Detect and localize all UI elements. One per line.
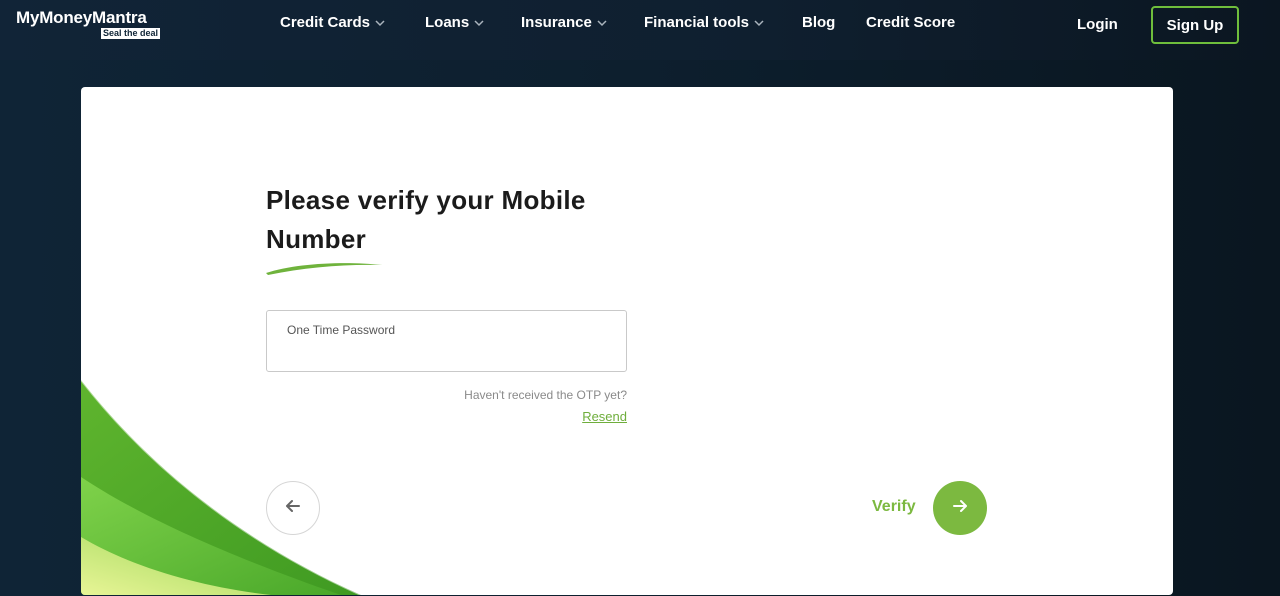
nav-item-insurance[interactable]: Insurance xyxy=(521,14,608,32)
otp-label: One Time Password xyxy=(287,323,396,337)
resend-hint: Haven't received the OTP yet? xyxy=(464,388,627,402)
nav-item-credit-cards[interactable]: Credit Cards xyxy=(280,14,386,32)
otp-input[interactable] xyxy=(287,341,607,363)
chevron-down-icon xyxy=(596,17,608,29)
otp-field[interactable]: One Time Password xyxy=(266,310,627,372)
nav-item-label: Insurance xyxy=(521,14,592,31)
nav-item-label: Credit Score xyxy=(866,14,956,31)
nav-item-label: Blog xyxy=(802,14,836,31)
verify-button[interactable] xyxy=(933,481,987,535)
logo-text: MyMoneyMantra xyxy=(16,8,147,27)
arrow-right-icon xyxy=(951,497,969,520)
chevron-down-icon xyxy=(473,17,485,29)
nav-item-loans[interactable]: Loans xyxy=(425,14,485,32)
arrow-left-icon xyxy=(284,497,302,520)
signup-button[interactable]: Sign Up xyxy=(1151,6,1239,44)
logo[interactable]: MyMoneyMantra Seal the deal xyxy=(16,8,161,39)
nav-item-label: Credit Cards xyxy=(280,14,371,31)
nav-item-credit-score[interactable]: Credit Score xyxy=(866,14,955,32)
verify-card: Please verify your Mobile Number One Tim… xyxy=(81,87,1173,595)
chevron-down-icon xyxy=(753,17,765,29)
nav-item-financial-tools[interactable]: Financial tools xyxy=(644,14,765,32)
nav-item-label: Financial tools xyxy=(644,14,750,31)
nav-item-blog[interactable]: Blog xyxy=(802,14,835,32)
back-button[interactable] xyxy=(266,481,320,535)
page-title: Please verify your Mobile Number xyxy=(266,185,586,254)
resend-link[interactable]: Resend xyxy=(266,409,627,424)
top-navbar: MyMoneyMantra Seal the deal Credit Cards… xyxy=(0,0,1280,60)
nav-item-label: Loans xyxy=(425,14,470,31)
login-link[interactable]: Login xyxy=(1077,16,1118,33)
verify-label[interactable]: Verify xyxy=(872,498,916,516)
logo-tagline: Seal the deal xyxy=(101,28,161,39)
green-wave-decoration xyxy=(81,379,362,595)
chevron-down-icon xyxy=(374,17,386,29)
title-underline xyxy=(266,263,382,275)
